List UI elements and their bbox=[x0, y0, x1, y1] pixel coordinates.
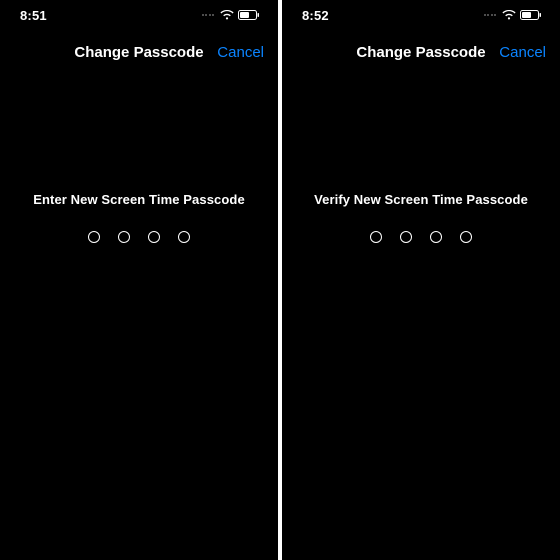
cancel-button[interactable]: Cancel bbox=[499, 44, 546, 61]
wifi-icon bbox=[502, 10, 516, 20]
status-icons bbox=[202, 10, 261, 20]
nav-bar: Change Passcode Cancel bbox=[282, 30, 560, 74]
status-bar: 8:52 bbox=[282, 0, 560, 30]
signal-dots-icon bbox=[484, 14, 497, 16]
passcode-dot bbox=[178, 231, 190, 243]
nav-bar: Change Passcode Cancel bbox=[0, 30, 278, 74]
passcode-prompt: Verify New Screen Time Passcode bbox=[314, 192, 528, 207]
passcode-dot bbox=[148, 231, 160, 243]
status-icons bbox=[484, 10, 543, 20]
page-title: Change Passcode bbox=[356, 44, 485, 61]
passcode-dot bbox=[400, 231, 412, 243]
status-time: 8:52 bbox=[302, 8, 329, 23]
cancel-button[interactable]: Cancel bbox=[217, 44, 264, 61]
signal-dots-icon bbox=[202, 14, 215, 16]
passcode-dot bbox=[430, 231, 442, 243]
passcode-content: Verify New Screen Time Passcode bbox=[282, 192, 560, 243]
passcode-content: Enter New Screen Time Passcode bbox=[0, 192, 278, 243]
status-bar: 8:51 bbox=[0, 0, 278, 30]
passcode-dot bbox=[118, 231, 130, 243]
page-title: Change Passcode bbox=[74, 44, 203, 61]
wifi-icon bbox=[220, 10, 234, 20]
phone-screen-right: 8:52 Change Passcode Cancel Verify New S… bbox=[282, 0, 560, 560]
battery-icon bbox=[238, 10, 260, 20]
passcode-input[interactable] bbox=[370, 231, 472, 243]
status-time: 8:51 bbox=[20, 8, 47, 23]
battery-icon bbox=[520, 10, 542, 20]
passcode-input[interactable] bbox=[88, 231, 190, 243]
phone-screen-left: 8:51 Change Passcode Cancel Enter New Sc… bbox=[0, 0, 278, 560]
passcode-dot bbox=[88, 231, 100, 243]
passcode-dot bbox=[370, 231, 382, 243]
passcode-dot bbox=[460, 231, 472, 243]
passcode-prompt: Enter New Screen Time Passcode bbox=[33, 192, 245, 207]
